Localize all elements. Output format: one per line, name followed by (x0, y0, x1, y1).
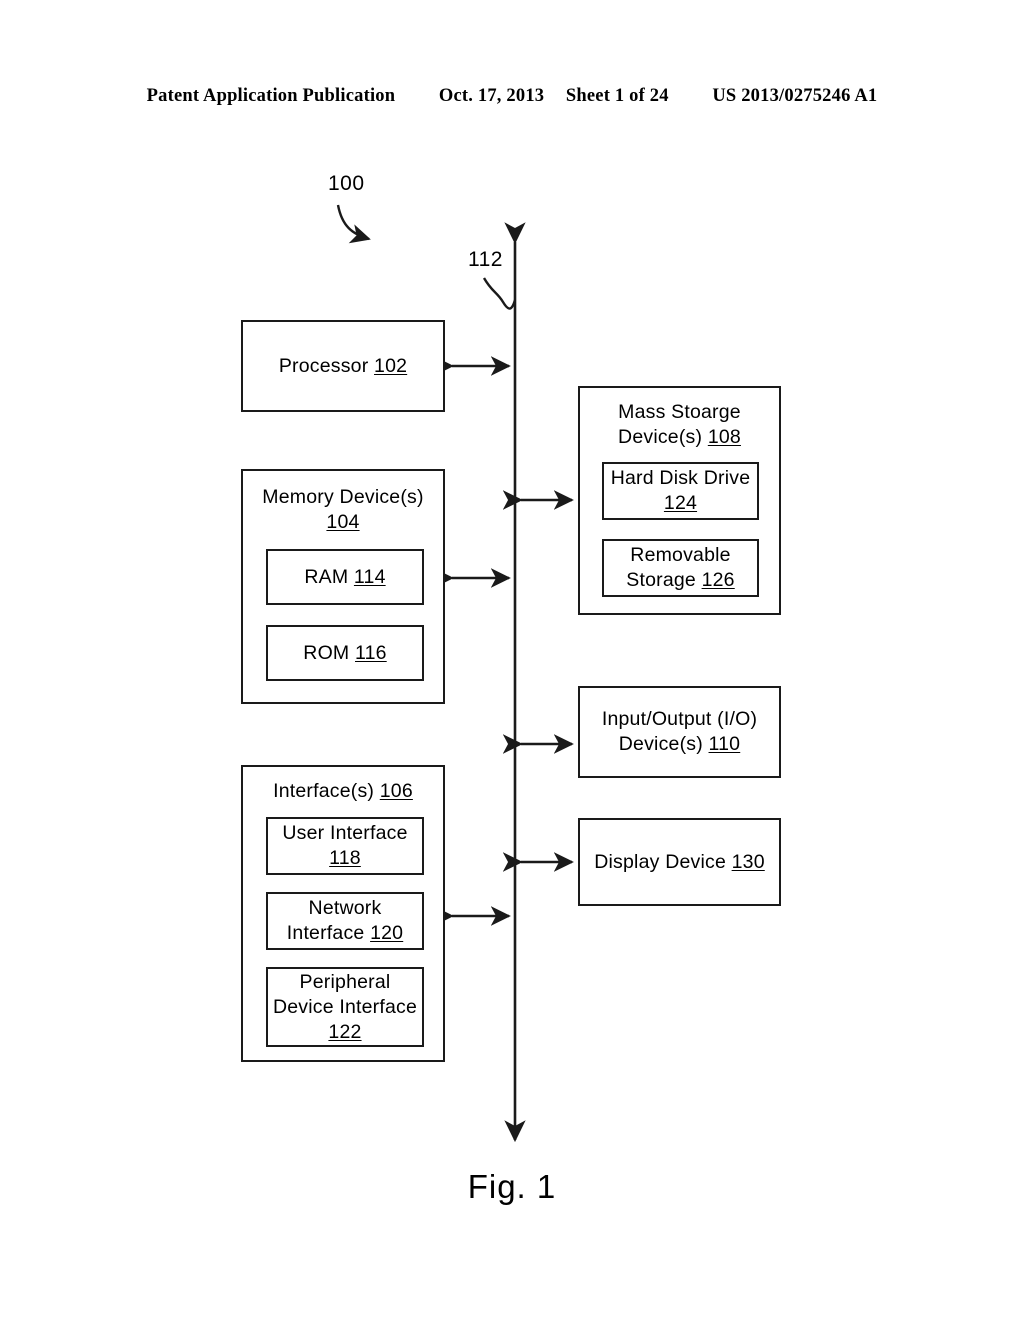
block-network-interface-label: Network Interface 120 (286, 897, 404, 944)
block-interfaces-ref: 106 (379, 780, 413, 802)
block-user-interface-ref: 118 (329, 847, 361, 869)
block-display-device-ref: 130 (731, 850, 765, 873)
connector-layer (336, 204, 574, 1143)
block-network-interface-ref: 120 (370, 922, 404, 944)
block-ram-label: RAM 114 (304, 565, 386, 588)
block-peripheral-device-interface: Peripheral Device Interface 122 (266, 967, 424, 1047)
block-user-interface: User Interface 118 (266, 817, 424, 875)
block-ram-ref: 114 (353, 565, 386, 588)
block-removable-storage-ref: 126 (701, 569, 735, 591)
block-rom-ref: 116 (355, 641, 387, 664)
block-rom: ROM 116 (266, 625, 424, 681)
callout-112: 112 (468, 248, 503, 271)
block-hard-disk-drive: Hard Disk Drive 124 (602, 462, 759, 520)
block-processor-label: Processor 102 (278, 354, 408, 377)
callout-leader-112 (482, 277, 517, 310)
block-memory-devices: Memory Device(s) 104 RAM 114 ROM 116 (241, 469, 445, 704)
block-peripheral-device-interface-ref: 122 (328, 1020, 362, 1043)
callout-100: 100 (328, 172, 365, 195)
block-io-devices-ref: 110 (708, 733, 741, 755)
block-io-devices-label: Input/Output (I/O) Device(s) 110 (601, 708, 758, 755)
block-removable-storage: Removable Storage 126 (602, 539, 759, 597)
block-mass-storage-devices: Mass Stoarge Device(s) 108 Hard Disk Dri… (578, 386, 781, 615)
block-processor-ref: 102 (374, 354, 408, 377)
block-memory-devices-ref: 104 (326, 511, 360, 533)
block-processor: Processor 102 (241, 320, 445, 412)
block-removable-storage-label: Removable Storage 126 (626, 544, 735, 591)
block-mass-storage-devices-ref: 108 (707, 426, 741, 448)
block-mass-storage-devices-label: Mass Stoarge Device(s) 108 (618, 401, 741, 448)
block-rom-label: ROM 116 (303, 641, 387, 664)
callout-leader-100 (336, 204, 371, 244)
figure-1-block-diagram: 100 112 Processor 102 Memory Device(s) 1… (0, 0, 1024, 1320)
block-interfaces: Interface(s) 106 User Interface 118 Netw… (241, 765, 445, 1062)
block-network-interface: Network Interface 120 (266, 892, 424, 950)
figure-caption: Fig. 1 (467, 1168, 557, 1205)
block-user-interface-label: User Interface 118 (282, 822, 408, 869)
block-interfaces-label: Interface(s) 106 (273, 780, 413, 802)
block-memory-devices-label: Memory Device(s) 104 (262, 486, 424, 533)
block-display-device: Display Device 130 (578, 818, 781, 906)
block-hard-disk-drive-ref: 124 (663, 492, 698, 514)
block-display-device-label: Display Device 130 (594, 850, 765, 873)
block-peripheral-device-interface-label: Peripheral Device Interface 122 (272, 970, 418, 1043)
block-ram: RAM 114 (266, 549, 424, 605)
block-hard-disk-drive-label: Hard Disk Drive 124 (610, 467, 751, 514)
block-io-devices: Input/Output (I/O) Device(s) 110 (578, 686, 781, 778)
